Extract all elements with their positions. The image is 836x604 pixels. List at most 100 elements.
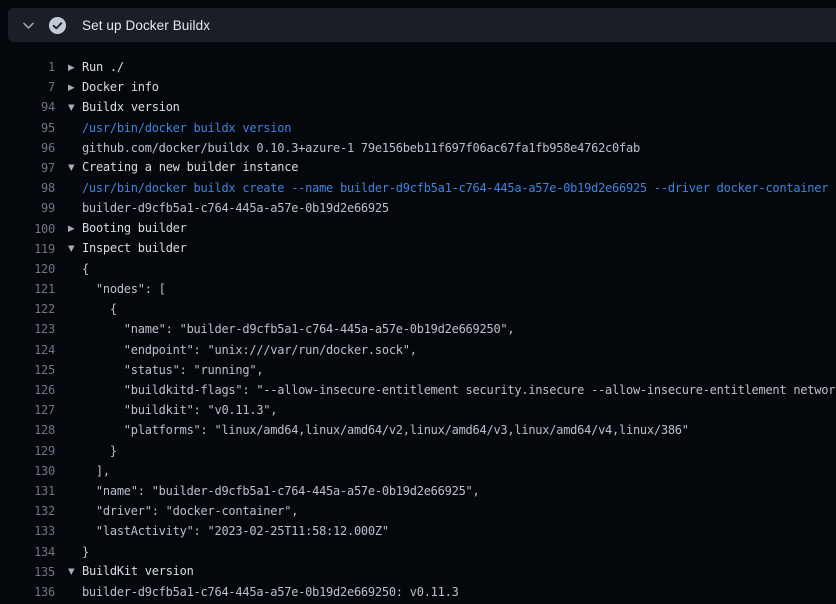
triangle-collapsed-icon: ▶ (68, 58, 82, 78)
line-number[interactable]: 94 (0, 97, 55, 117)
line-number[interactable]: 128 (0, 420, 55, 440)
group-label: Inspect builder (82, 241, 187, 255)
output-text: "name": "builder-d9cfb5a1-c764-445a-a57e… (55, 319, 836, 339)
line-number[interactable]: 125 (0, 360, 55, 380)
step-header[interactable]: Set up Docker Buildx (8, 8, 836, 42)
log-line: 124 "endpoint": "unix:///var/run/docker.… (0, 340, 836, 360)
line-number[interactable]: 1 (0, 57, 55, 77)
output-text: "buildkit": "v0.11.3", (55, 400, 836, 420)
log-line: 99 builder-d9cfb5a1-c764-445a-a57e-0b19d… (0, 198, 836, 218)
line-number[interactable]: 7 (0, 77, 55, 97)
line-number[interactable]: 99 (0, 198, 55, 218)
output-text: { (55, 299, 836, 319)
log-line: 129 } (0, 441, 836, 461)
line-number[interactable]: 131 (0, 481, 55, 501)
line-number[interactable]: 122 (0, 299, 55, 319)
group-label: Booting builder (82, 221, 187, 235)
output-text: builder-d9cfb5a1-c764-445a-a57e-0b19d2e6… (55, 198, 836, 218)
log-line: 133 "lastActivity": "2023-02-25T11:58:12… (0, 521, 836, 541)
line-number[interactable]: 97 (0, 158, 55, 178)
line-number[interactable]: 96 (0, 138, 55, 158)
line-number[interactable]: 124 (0, 340, 55, 360)
group-toggle[interactable]: ▼Inspect builder (55, 239, 836, 259)
log-group-line[interactable]: 119▼Inspect builder (0, 239, 836, 259)
log-line: 95 /usr/bin/docker buildx version (0, 118, 836, 138)
triangle-collapsed-icon: ▶ (68, 78, 82, 98)
output-text: "nodes": [ (55, 279, 836, 299)
log-line: 125 "status": "running", (0, 360, 836, 380)
log-line: 127 "buildkit": "v0.11.3", (0, 400, 836, 420)
group-toggle[interactable]: ▼BuildKit version (55, 562, 836, 582)
line-number[interactable]: 127 (0, 400, 55, 420)
log-line: 134 } (0, 542, 836, 562)
command-text: /usr/bin/docker buildx create --name bui… (55, 178, 836, 198)
log-line: 136 builder-d9cfb5a1-c764-445a-a57e-0b19… (0, 582, 836, 602)
line-number[interactable]: 136 (0, 582, 55, 602)
line-number[interactable]: 98 (0, 178, 55, 198)
output-text: "lastActivity": "2023-02-25T11:58:12.000… (55, 521, 836, 541)
check-circle-icon (46, 16, 68, 35)
line-number[interactable]: 135 (0, 562, 55, 582)
line-number[interactable]: 126 (0, 380, 55, 400)
line-number[interactable]: 130 (0, 461, 55, 481)
output-text: "status": "running", (55, 360, 836, 380)
group-label: Run ./ (82, 60, 124, 74)
output-text: builder-d9cfb5a1-c764-445a-a57e-0b19d2e6… (55, 582, 836, 602)
group-toggle[interactable]: ▼Creating a new builder instance (55, 158, 836, 178)
triangle-expanded-icon: ▼ (68, 158, 82, 178)
group-label: Docker info (82, 80, 159, 94)
triangle-collapsed-icon: ▶ (68, 219, 82, 239)
output-text: } (55, 542, 836, 562)
output-text: } (55, 441, 836, 461)
line-number[interactable]: 121 (0, 279, 55, 299)
output-text: "platforms": "linux/amd64,linux/amd64/v2… (55, 420, 836, 440)
group-toggle[interactable]: ▶Booting builder (55, 219, 836, 239)
output-text: ], (55, 461, 836, 481)
output-text: "buildkitd-flags": "--allow-insecure-ent… (55, 380, 836, 400)
log-group-line[interactable]: 7▶Docker info (0, 77, 836, 97)
output-text: { (55, 259, 836, 279)
group-toggle[interactable]: ▼Buildx version (55, 97, 836, 117)
triangle-expanded-icon: ▼ (68, 562, 82, 582)
line-number[interactable]: 95 (0, 118, 55, 138)
log-line: 123 "name": "builder-d9cfb5a1-c764-445a-… (0, 319, 836, 339)
log-group-line[interactable]: 100▶Booting builder (0, 219, 836, 239)
log-line: 131 "name": "builder-d9cfb5a1-c764-445a-… (0, 481, 836, 501)
group-toggle[interactable]: ▶Docker info (55, 77, 836, 97)
line-number[interactable]: 100 (0, 219, 55, 239)
line-number[interactable]: 134 (0, 542, 55, 562)
log-lines: 1▶Run ./7▶Docker info94▼Buildx version95… (0, 57, 836, 602)
command-text: /usr/bin/docker buildx version (55, 118, 836, 138)
group-label: BuildKit version (82, 564, 194, 578)
log-line: 120 { (0, 259, 836, 279)
output-text: github.com/docker/buildx 0.10.3+azure-1 … (55, 138, 836, 158)
step-title: Set up Docker Buildx (82, 18, 210, 33)
triangle-expanded-icon: ▼ (68, 239, 82, 259)
line-number[interactable]: 129 (0, 441, 55, 461)
line-number[interactable]: 119 (0, 239, 55, 259)
triangle-expanded-icon: ▼ (68, 98, 82, 118)
line-number[interactable]: 123 (0, 319, 55, 339)
log-line: 128 "platforms": "linux/amd64,linux/amd6… (0, 420, 836, 440)
log-line: 126 "buildkitd-flags": "--allow-insecure… (0, 380, 836, 400)
line-number[interactable]: 132 (0, 501, 55, 521)
log-line: 121 "nodes": [ (0, 279, 836, 299)
output-text: "name": "builder-d9cfb5a1-c764-445a-a57e… (55, 481, 836, 501)
group-label: Buildx version (82, 100, 180, 114)
group-toggle[interactable]: ▶Run ./ (55, 57, 836, 77)
log-line: 96 github.com/docker/buildx 0.10.3+azure… (0, 138, 836, 158)
log-line: 132 "driver": "docker-container", (0, 501, 836, 521)
line-number[interactable]: 120 (0, 259, 55, 279)
log-group-line[interactable]: 97▼Creating a new builder instance (0, 158, 836, 178)
log-line: 122 { (0, 299, 836, 319)
log-group-line[interactable]: 135▼BuildKit version (0, 562, 836, 582)
log-group-line[interactable]: 1▶Run ./ (0, 57, 836, 77)
line-number[interactable]: 133 (0, 521, 55, 541)
log-line: 130 ], (0, 461, 836, 481)
log-line: 98 /usr/bin/docker buildx create --name … (0, 178, 836, 198)
log-group-line[interactable]: 94▼Buildx version (0, 97, 836, 117)
output-text: "driver": "docker-container", (55, 501, 836, 521)
output-text: "endpoint": "unix:///var/run/docker.sock… (55, 340, 836, 360)
chevron-down-icon[interactable] (14, 19, 42, 32)
group-label: Creating a new builder instance (82, 160, 298, 174)
